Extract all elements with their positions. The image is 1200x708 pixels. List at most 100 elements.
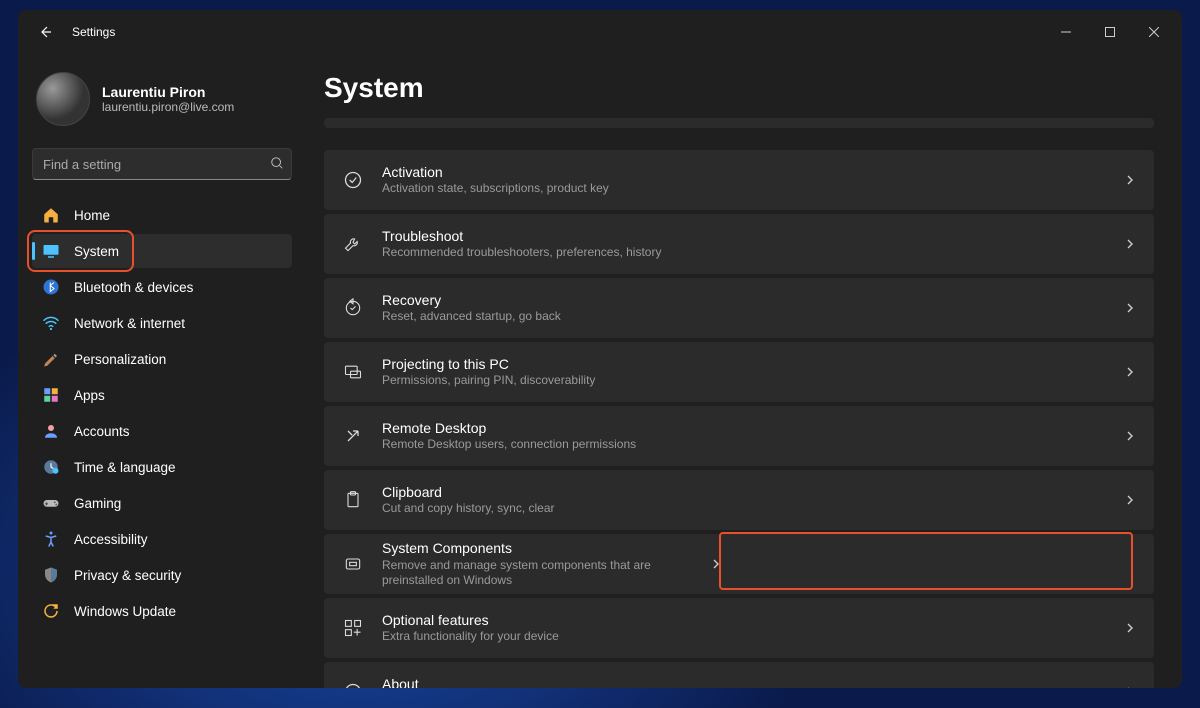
panel-recovery[interactable]: RecoveryReset, advanced startup, go back	[324, 278, 1154, 338]
panel-title: System Components	[382, 539, 710, 557]
check-circle-icon	[342, 170, 364, 190]
recovery-icon	[342, 298, 364, 318]
panel-projecting-to-this-pc[interactable]: Projecting to this PCPermissions, pairin…	[324, 342, 1154, 402]
panel-desc: Recommended troubleshooters, preferences…	[382, 245, 1124, 261]
chevron-right-icon	[1124, 430, 1136, 442]
sidebar-item-privacy-security[interactable]: Privacy & security	[32, 558, 292, 592]
main-content: System ActivationActivation state, subsc…	[306, 54, 1182, 688]
chevron-right-icon	[1124, 622, 1136, 634]
sidebar-item-home[interactable]: Home	[32, 198, 292, 232]
info-icon	[342, 682, 364, 688]
search-icon	[270, 156, 284, 170]
search-input[interactable]	[32, 148, 292, 180]
remote-icon	[342, 426, 364, 446]
shield-icon	[42, 566, 60, 584]
profile-name: Laurentiu Piron	[102, 84, 234, 100]
panel-desc: Activation state, subscriptions, product…	[382, 181, 1124, 197]
components-icon	[342, 554, 364, 574]
nav-label: Privacy & security	[74, 568, 181, 583]
sidebar-item-accounts[interactable]: Accounts	[32, 414, 292, 448]
panel-desc: Remove and manage system components that…	[382, 558, 710, 589]
sidebar-item-windows-update[interactable]: Windows Update	[32, 594, 292, 628]
minimize-button[interactable]	[1044, 17, 1088, 47]
bluetooth-icon	[42, 278, 60, 296]
clock-icon	[42, 458, 60, 476]
highlight-marker	[719, 532, 1133, 590]
sidebar-item-apps[interactable]: Apps	[32, 378, 292, 412]
close-button[interactable]	[1132, 17, 1176, 47]
panel-title: Activation	[382, 163, 1124, 181]
sidebar-item-bluetooth-devices[interactable]: Bluetooth & devices	[32, 270, 292, 304]
page-title: System	[324, 72, 1154, 104]
home-icon	[42, 206, 60, 224]
chevron-right-icon	[1124, 238, 1136, 250]
accessibility-icon	[42, 530, 60, 548]
titlebar: Settings	[18, 10, 1182, 54]
chevron-right-icon	[710, 558, 722, 570]
panel-desc: Cut and copy history, sync, clear	[382, 501, 1124, 517]
panel-desc: Permissions, pairing PIN, discoverabilit…	[382, 373, 1124, 389]
panel-desc: Remote Desktop users, connection permiss…	[382, 437, 1124, 453]
nav-label: Network & internet	[74, 316, 185, 331]
chevron-right-icon	[1124, 686, 1136, 688]
features-icon	[342, 618, 364, 638]
panel-title: About	[382, 675, 1124, 688]
sidebar-item-time-language[interactable]: Time & language	[32, 450, 292, 484]
person-icon	[42, 422, 60, 440]
sidebar-item-accessibility[interactable]: Accessibility	[32, 522, 292, 556]
app-title: Settings	[72, 25, 115, 39]
nav-label: Apps	[74, 388, 105, 403]
panel-title: Remote Desktop	[382, 419, 1124, 437]
panel-system-components[interactable]: System ComponentsRemove and manage syste…	[324, 534, 1154, 594]
panel-title: Recovery	[382, 291, 1124, 309]
nav-label: System	[74, 244, 119, 259]
nav-label: Accessibility	[74, 532, 148, 547]
minimize-icon	[1061, 27, 1071, 37]
panel-optional-features[interactable]: Optional featuresExtra functionality for…	[324, 598, 1154, 658]
panel-clipboard[interactable]: ClipboardCut and copy history, sync, cle…	[324, 470, 1154, 530]
panel-title: Projecting to this PC	[382, 355, 1124, 373]
nav-label: Home	[74, 208, 110, 223]
nav-label: Bluetooth & devices	[74, 280, 193, 295]
panel-about[interactable]: AboutDevice specifications, rename PC, W…	[324, 662, 1154, 688]
sidebar: Laurentiu Piron laurentiu.piron@live.com…	[18, 54, 306, 688]
update-icon	[42, 602, 60, 620]
system-icon	[42, 242, 60, 260]
panel-desc: Reset, advanced startup, go back	[382, 309, 1124, 325]
panel-remote-desktop[interactable]: Remote DesktopRemote Desktop users, conn…	[324, 406, 1154, 466]
project-icon	[342, 362, 364, 382]
sidebar-item-network-internet[interactable]: Network & internet	[32, 306, 292, 340]
panel-troubleshoot[interactable]: TroubleshootRecommended troubleshooters,…	[324, 214, 1154, 274]
gamepad-icon	[42, 494, 60, 512]
settings-window: Settings Laurentiu Piron laurentiu.piron…	[18, 10, 1182, 688]
clipboard-icon	[342, 490, 364, 510]
sidebar-item-gaming[interactable]: Gaming	[32, 486, 292, 520]
sidebar-item-personalization[interactable]: Personalization	[32, 342, 292, 376]
sidebar-item-system[interactable]: System	[32, 234, 292, 268]
maximize-icon	[1105, 27, 1115, 37]
panel-title: Clipboard	[382, 483, 1124, 501]
wifi-icon	[42, 314, 60, 332]
panel-partial-top	[324, 118, 1154, 128]
apps-icon	[42, 386, 60, 404]
arrow-left-icon	[38, 24, 54, 40]
panel-title: Troubleshoot	[382, 227, 1124, 245]
maximize-button[interactable]	[1088, 17, 1132, 47]
nav-label: Personalization	[74, 352, 166, 367]
nav-label: Time & language	[74, 460, 176, 475]
panel-activation[interactable]: ActivationActivation state, subscription…	[324, 150, 1154, 210]
nav-label: Windows Update	[74, 604, 176, 619]
profile-block[interactable]: Laurentiu Piron laurentiu.piron@live.com	[32, 64, 292, 144]
nav-label: Gaming	[74, 496, 121, 511]
avatar	[36, 72, 90, 126]
chevron-right-icon	[1124, 494, 1136, 506]
wrench-icon	[342, 234, 364, 254]
back-button[interactable]	[28, 14, 64, 50]
panel-title: Optional features	[382, 611, 1124, 629]
chevron-right-icon	[1124, 174, 1136, 186]
panel-desc: Extra functionality for your device	[382, 629, 1124, 645]
brush-icon	[42, 350, 60, 368]
chevron-right-icon	[1124, 302, 1136, 314]
close-icon	[1149, 27, 1159, 37]
nav-label: Accounts	[74, 424, 130, 439]
